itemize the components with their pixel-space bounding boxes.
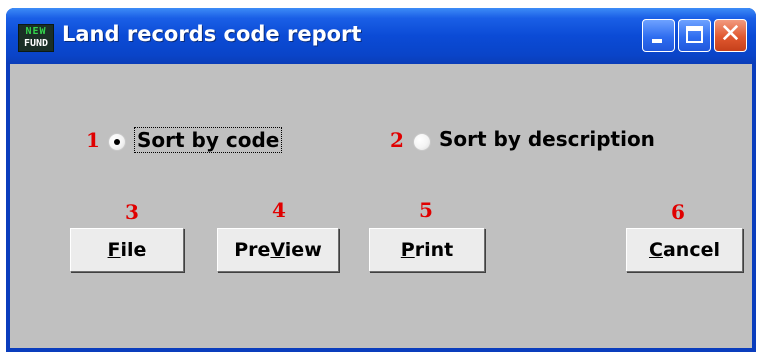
title-bar[interactable]: NEW FUND Land records code report ✕: [6, 8, 756, 64]
print-button-post: rint: [414, 239, 454, 261]
preview-button-post: iew: [284, 239, 322, 261]
step-number-2: 2: [390, 128, 404, 152]
sort-by-code-label[interactable]: Sort by code: [134, 127, 283, 153]
step-number-3: 3: [125, 200, 139, 224]
sort-by-code-radio[interactable]: [108, 133, 126, 151]
app-icon-line2: FUND: [23, 38, 49, 49]
sort-by-description-label[interactable]: Sort by description: [439, 127, 655, 151]
app-icon: NEW FUND: [18, 24, 54, 52]
app-icon-line1: NEW: [25, 26, 47, 37]
step-number-6: 6: [671, 200, 685, 224]
preview-button-pre: Pre: [234, 239, 271, 261]
step-number-5: 5: [419, 198, 433, 222]
file-button[interactable]: File: [70, 228, 184, 272]
minimize-button[interactable]: [642, 19, 675, 52]
cancel-button-post: ancel: [662, 239, 720, 261]
file-button-post: ile: [120, 239, 147, 261]
step-number-4: 4: [272, 198, 286, 222]
dialog-body: 1 Sort by code 2 Sort by description 3 4…: [10, 64, 752, 348]
cancel-button[interactable]: Cancel: [626, 228, 743, 272]
cancel-button-mnemonic: C: [649, 239, 663, 261]
dialog-window: NEW FUND Land records code report ✕ 1 So…: [6, 8, 756, 352]
window-title: Land records code report: [62, 22, 362, 46]
close-icon: ✕: [719, 19, 742, 49]
maximize-button[interactable]: [678, 19, 711, 52]
close-button[interactable]: ✕: [714, 19, 747, 52]
minimize-icon: [652, 39, 662, 43]
preview-button-mnemonic: V: [270, 239, 285, 261]
step-number-1: 1: [86, 128, 100, 152]
sort-by-description-radio[interactable]: [413, 133, 431, 151]
maximize-icon: [686, 26, 703, 43]
print-button-mnemonic: P: [400, 239, 415, 261]
print-button[interactable]: Print: [369, 228, 485, 272]
file-button-mnemonic: F: [107, 239, 121, 261]
preview-button[interactable]: PreView: [217, 228, 339, 272]
radio-selected-dot: [114, 139, 120, 145]
